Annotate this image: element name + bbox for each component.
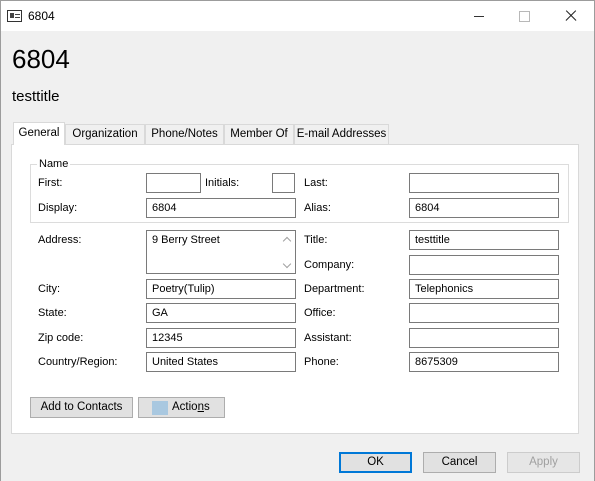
actions-label: Actions xyxy=(172,401,210,413)
address-scrollbar[interactable] xyxy=(279,231,295,273)
department-field[interactable]: Telephonics xyxy=(409,279,559,299)
assistant-field[interactable] xyxy=(409,328,559,348)
tab-email-addresses[interactable]: E-mail Addresses xyxy=(294,124,389,144)
state-label: State: xyxy=(38,307,67,319)
scroll-up-icon[interactable] xyxy=(283,236,291,244)
close-icon[interactable] xyxy=(547,1,593,31)
country-label: Country/Region: xyxy=(38,356,118,368)
alias-label: Alias: xyxy=(304,202,331,214)
initials-label: Initials: xyxy=(205,177,240,189)
department-label: Department: xyxy=(304,283,365,295)
zip-label: Zip code: xyxy=(38,332,84,344)
first-label: First: xyxy=(38,177,63,189)
tab-phone-notes[interactable]: Phone/Notes xyxy=(145,124,224,144)
properties-dialog: 6804 6804 testtitle General Organization… xyxy=(0,0,595,481)
address-textarea[interactable]: 9 Berry Street xyxy=(146,230,296,274)
address-value: 9 Berry Street xyxy=(152,234,220,246)
last-name-field[interactable] xyxy=(409,173,559,193)
actions-button[interactable]: Actions xyxy=(138,397,225,418)
assistant-label: Assistant: xyxy=(304,332,352,344)
display-name-heading: 6804 xyxy=(12,44,70,74)
title-subheading: testtitle xyxy=(12,88,60,105)
title-field[interactable]: testtitle xyxy=(409,230,559,250)
first-name-field[interactable] xyxy=(146,173,201,193)
tab-general[interactable]: General xyxy=(13,122,65,145)
state-field[interactable]: GA xyxy=(146,303,296,323)
scroll-down-icon[interactable] xyxy=(283,261,291,269)
phone-label: Phone: xyxy=(304,356,339,368)
name-group-label: Name xyxy=(37,158,71,170)
tab-member-of[interactable]: Member Of xyxy=(224,124,294,144)
phone-field[interactable]: 8675309 xyxy=(409,352,559,372)
company-label: Company: xyxy=(304,259,355,271)
initials-field[interactable] xyxy=(272,173,295,193)
title-label: Title: xyxy=(304,234,328,246)
maximize-icon[interactable] xyxy=(501,1,547,31)
display-field[interactable]: 6804 xyxy=(146,198,296,218)
add-to-contacts-button[interactable]: Add to Contacts xyxy=(30,397,133,418)
alias-field[interactable]: 6804 xyxy=(409,198,559,218)
zip-field[interactable]: 12345 xyxy=(146,328,296,348)
display-label: Display: xyxy=(38,202,78,214)
address-card-icon xyxy=(7,10,22,22)
country-field[interactable]: United States xyxy=(146,352,296,372)
cancel-button[interactable]: Cancel xyxy=(423,452,496,473)
office-label: Office: xyxy=(304,307,336,319)
tab-organization[interactable]: Organization xyxy=(65,124,145,144)
address-label: Address: xyxy=(38,234,82,246)
actions-icon xyxy=(152,401,168,415)
ok-button[interactable]: OK xyxy=(339,452,412,473)
company-field[interactable] xyxy=(409,255,559,275)
office-field[interactable] xyxy=(409,303,559,323)
window-title: 6804 xyxy=(28,9,55,23)
last-label: Last: xyxy=(304,177,328,189)
city-field[interactable]: Poetry(Tulip) xyxy=(146,279,296,299)
dialog-client: 6804 testtitle General Organization Phon… xyxy=(1,31,594,481)
minimize-icon[interactable] xyxy=(456,1,502,31)
general-tab-panel: Name First: Initials: Last: Display: 680… xyxy=(11,144,579,434)
title-bar[interactable]: 6804 xyxy=(1,1,594,31)
city-label: City: xyxy=(38,283,60,295)
apply-button: Apply xyxy=(507,452,580,473)
